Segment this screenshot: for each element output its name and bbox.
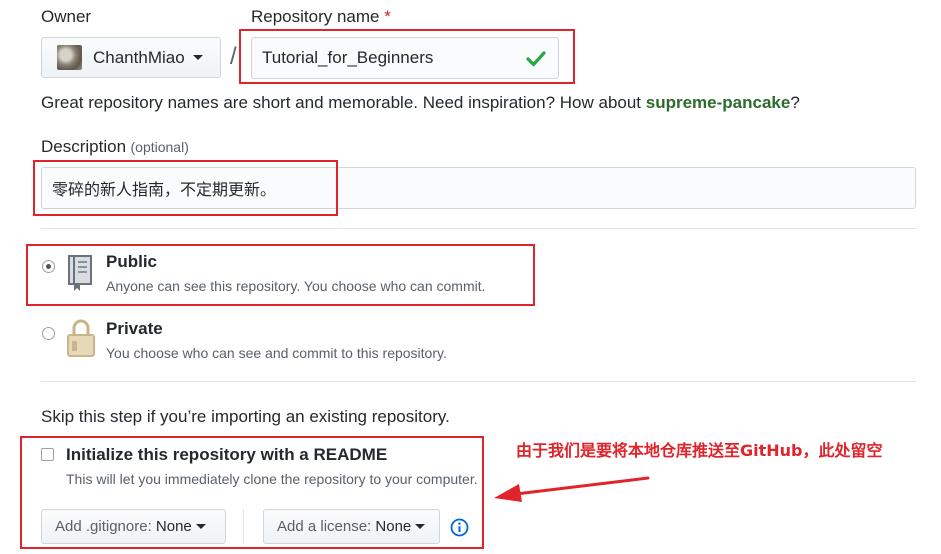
- suggestion-link[interactable]: supreme-pancake: [646, 93, 791, 112]
- owner-dropdown[interactable]: ChanthMiao: [41, 37, 221, 78]
- repo-name-label: Repository name *: [251, 7, 391, 26]
- annotation-box-public: [26, 244, 535, 306]
- divider: [41, 228, 916, 229]
- annotation-arrow-icon: [494, 476, 650, 502]
- owner-avatar: [57, 45, 82, 70]
- skip-text: Skip this step if you’re importing an ex…: [41, 407, 450, 426]
- annotation-box-description: [33, 160, 338, 216]
- owner-username: ChanthMiao: [93, 47, 185, 67]
- owner-label: Owner: [41, 7, 92, 26]
- private-radio[interactable]: [42, 327, 55, 340]
- owner-repo-separator: /: [230, 43, 237, 70]
- description-label: Description (optional): [41, 137, 189, 156]
- required-mark: *: [384, 7, 391, 26]
- annotation-box-repo-name: [239, 29, 575, 84]
- optional-tag: (optional): [130, 139, 189, 155]
- name-hint: Great repository names are short and mem…: [41, 93, 800, 112]
- annotation-text: 由于我们是要将本地仓库推送至GitHub，此处留空: [516, 441, 883, 460]
- divider: [41, 381, 916, 382]
- lock-icon: [67, 319, 95, 357]
- annotation-box-readme: [20, 436, 484, 549]
- chevron-down-icon: [192, 55, 203, 60]
- private-title: Private: [106, 319, 163, 338]
- private-description: You choose who can see and commit to thi…: [106, 345, 447, 361]
